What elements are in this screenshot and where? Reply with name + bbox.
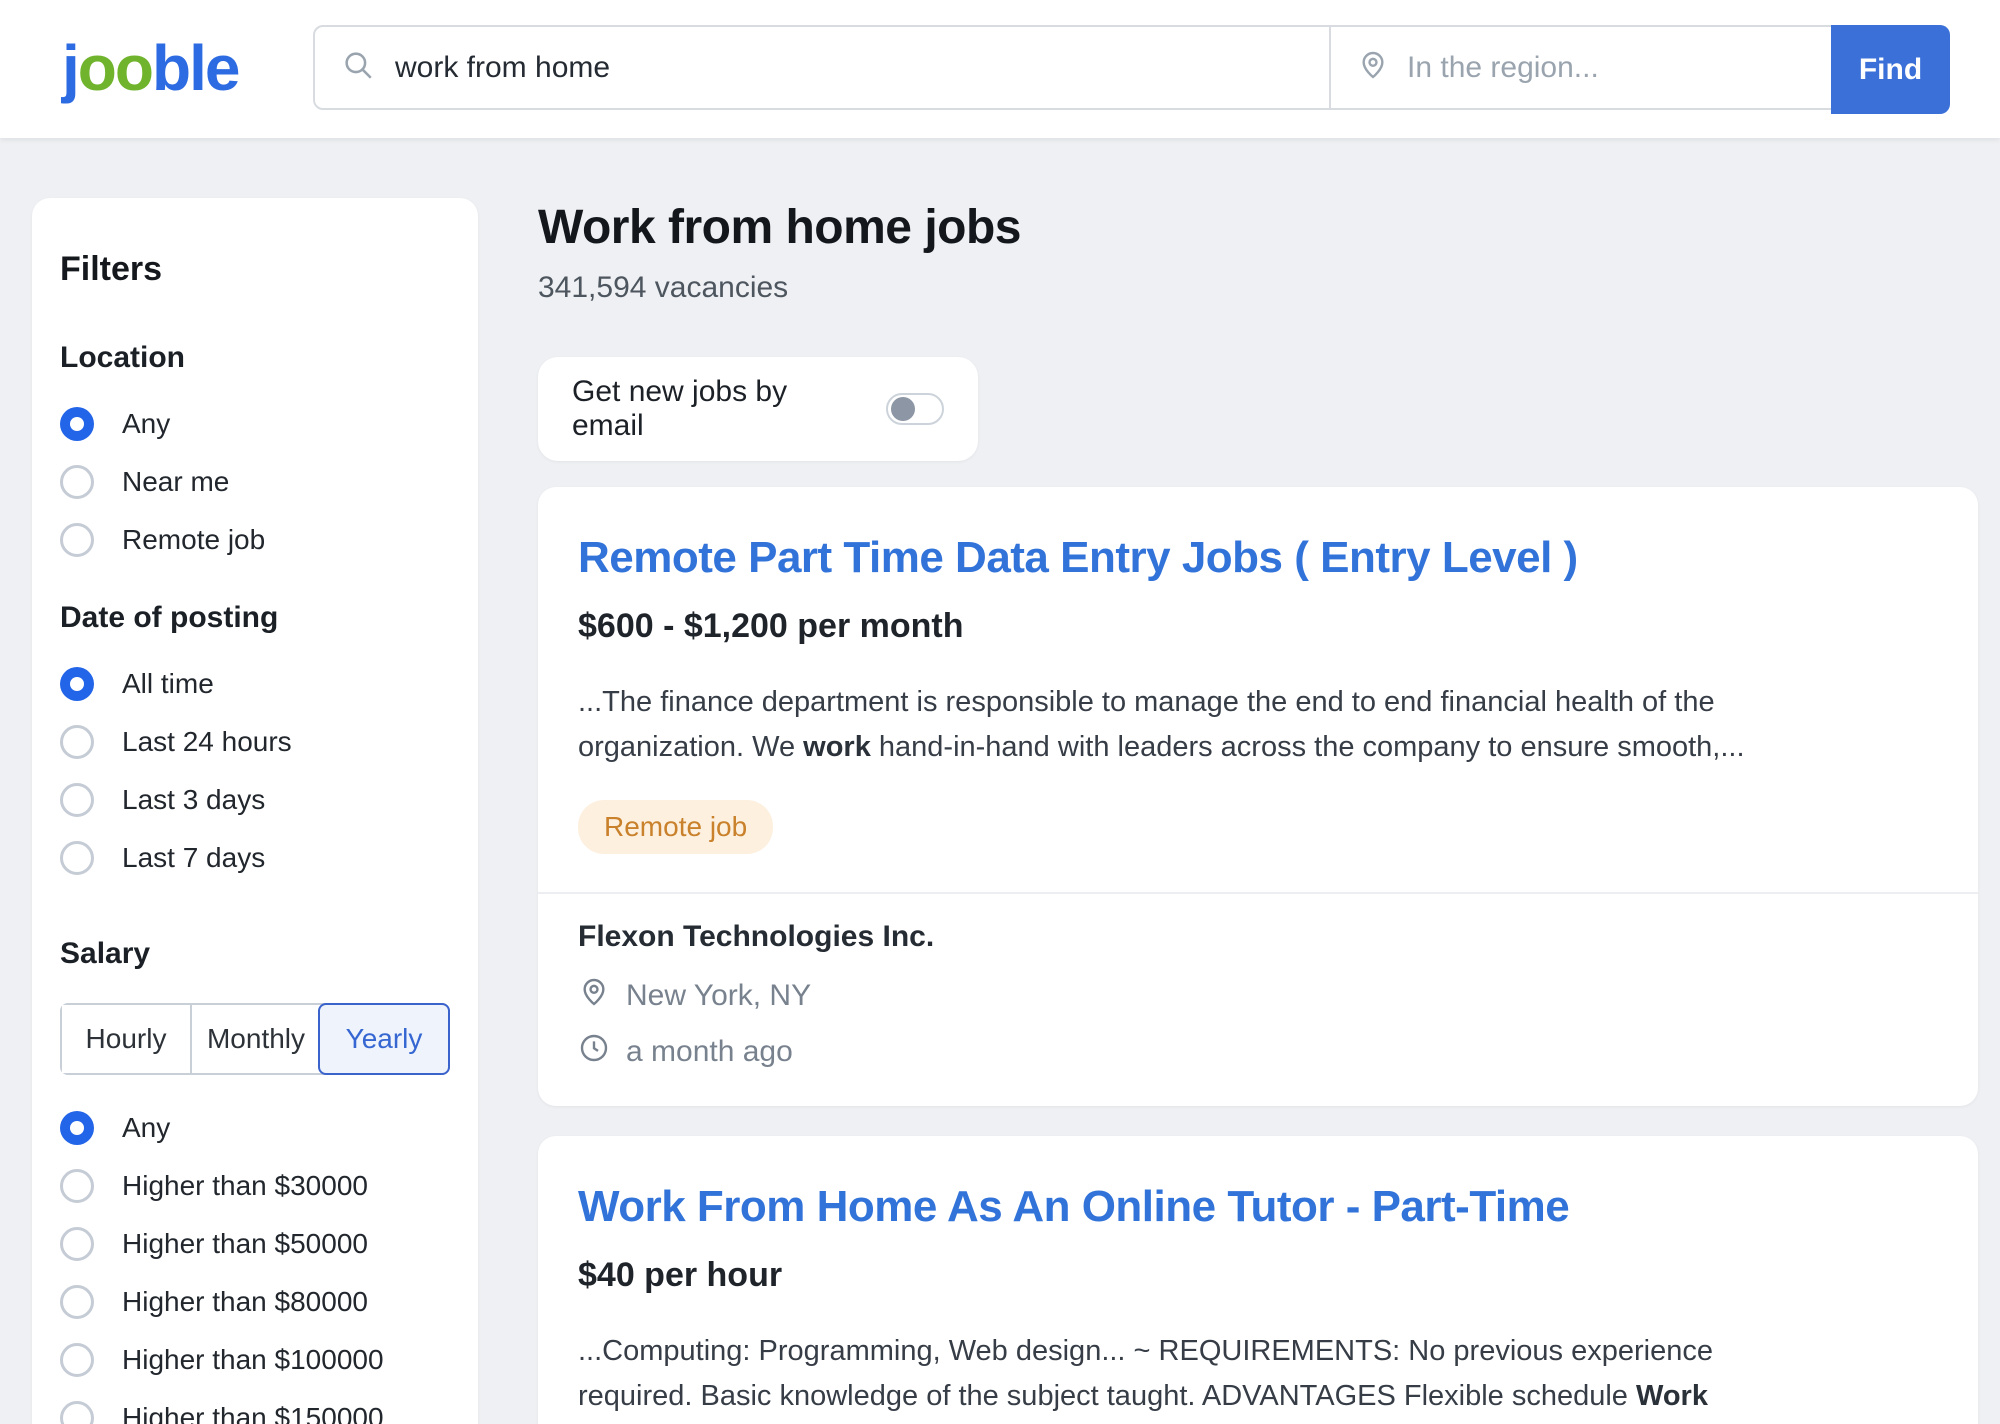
remote-job-badge: Remote job [578,800,773,854]
clock-icon [578,1032,610,1072]
job-description-highlight: Work [1636,1380,1708,1412]
location-options: Any Near me Remote job [60,407,450,557]
search-input[interactable] [395,51,1329,85]
page-title: Work from home jobs [538,200,1978,255]
radio-icon[interactable] [60,1343,94,1377]
radio-label: All time [122,668,214,700]
location-option-remote-job[interactable]: Remote job [60,523,450,557]
keyword-search-field [315,27,1329,108]
results-column: Work from home jobs 341,594 vacancies Ge… [538,200,1978,1424]
radio-label: Remote job [122,524,265,556]
tab-monthly[interactable]: Monthly [190,1005,320,1073]
date-option-last-24-hours[interactable]: Last 24 hours [60,725,450,759]
find-button[interactable]: Find [1831,25,1950,114]
radio-selected-icon[interactable] [60,1111,94,1145]
radio-icon[interactable] [60,1285,94,1319]
job-description-part: hand-in-hand with leaders across the com… [871,731,1745,763]
date-option-last-7-days[interactable]: Last 7 days [60,841,450,875]
job-title-link[interactable]: Remote Part Time Data Entry Jobs ( Entry… [578,533,1938,583]
radio-icon[interactable] [60,465,94,499]
job-posted: a month ago [626,1035,793,1069]
radio-icon[interactable] [60,841,94,875]
radio-label: Higher than $30000 [122,1170,368,1202]
job-salary: $600 - $1,200 per month [578,607,1938,646]
location-option-near-me[interactable]: Near me [60,465,450,499]
radio-label: Higher than $50000 [122,1228,368,1260]
region-search-field [1329,27,1833,108]
radio-label: Last 3 days [122,784,265,816]
card-divider [538,892,1978,894]
search-icon [341,48,375,87]
salary-filter-label: Salary [60,937,450,971]
date-option-all-time[interactable]: All time [60,667,450,701]
location-filter-label: Location [60,341,450,375]
radio-label: Higher than $80000 [122,1286,368,1318]
salary-option-80000[interactable]: Higher than $80000 [60,1285,450,1319]
radio-label: Last 24 hours [122,726,292,758]
radio-icon[interactable] [60,783,94,817]
salary-period-tabs: Hourly Monthly Yearly [60,1003,450,1075]
salary-option-any[interactable]: Any [60,1111,450,1145]
salary-option-50000[interactable]: Higher than $50000 [60,1227,450,1261]
radio-label: Higher than $150000 [122,1402,384,1424]
logo-part-ble: ble [152,32,238,104]
radio-selected-icon[interactable] [60,407,94,441]
email-subscribe-label: Get new jobs by email [572,375,862,443]
location-option-any[interactable]: Any [60,407,450,441]
job-location-row: New York, NY [578,976,1938,1016]
job-posted-row: a month ago [578,1032,1938,1072]
logo-part-j: j [62,32,78,104]
radio-icon[interactable] [60,1401,94,1424]
radio-label: Higher than $100000 [122,1344,384,1376]
job-description: ...Computing: Programming, Web design...… [578,1329,1828,1424]
top-header: jooble Find [0,0,2000,138]
filters-panel: Filters Location Any Near me Remote job … [32,198,478,1424]
radio-label: Any [122,1112,170,1144]
logo-part-oo: oo [78,32,152,104]
map-pin-icon [578,976,610,1016]
location-pin-icon [1357,49,1389,86]
email-subscribe-toggle[interactable] [886,393,944,425]
radio-icon[interactable] [60,1227,94,1261]
jooble-logo[interactable]: jooble [62,18,238,118]
radio-icon[interactable] [60,725,94,759]
job-card[interactable]: Remote Part Time Data Entry Jobs ( Entry… [538,487,1978,1106]
vacancies-count: 341,594 vacancies [538,271,1978,305]
job-description-part: ...Computing: Programming, Web design...… [578,1335,1713,1412]
job-location: New York, NY [626,979,811,1013]
salary-option-30000[interactable]: Higher than $30000 [60,1169,450,1203]
radio-selected-icon[interactable] [60,667,94,701]
tab-yearly[interactable]: Yearly [318,1003,450,1075]
salary-option-150000[interactable]: Higher than $150000 [60,1401,450,1424]
filters-title: Filters [60,250,450,289]
company-name: Flexon Technologies Inc. [578,920,1938,954]
job-description-highlight: work [803,731,871,763]
salary-option-100000[interactable]: Higher than $100000 [60,1343,450,1377]
date-filter-label: Date of posting [60,601,450,635]
radio-label: Near me [122,466,229,498]
radio-label: Any [122,408,170,440]
salary-options: Any Higher than $30000 Higher than $5000… [60,1111,450,1424]
radio-label: Last 7 days [122,842,265,874]
job-salary: $40 per hour [578,1256,1938,1295]
date-option-last-3-days[interactable]: Last 3 days [60,783,450,817]
date-options: All time Last 24 hours Last 3 days Last … [60,667,450,875]
region-input[interactable] [1407,51,1833,85]
email-subscribe-card: Get new jobs by email [538,357,978,461]
search-bar: Find [313,25,1950,110]
tab-hourly[interactable]: Hourly [62,1005,190,1073]
job-card[interactable]: Work From Home As An Online Tutor - Part… [538,1136,1978,1424]
radio-icon[interactable] [60,523,94,557]
job-title-link[interactable]: Work From Home As An Online Tutor - Part… [578,1182,1938,1232]
job-description: ...The finance department is responsible… [578,680,1828,770]
radio-icon[interactable] [60,1169,94,1203]
